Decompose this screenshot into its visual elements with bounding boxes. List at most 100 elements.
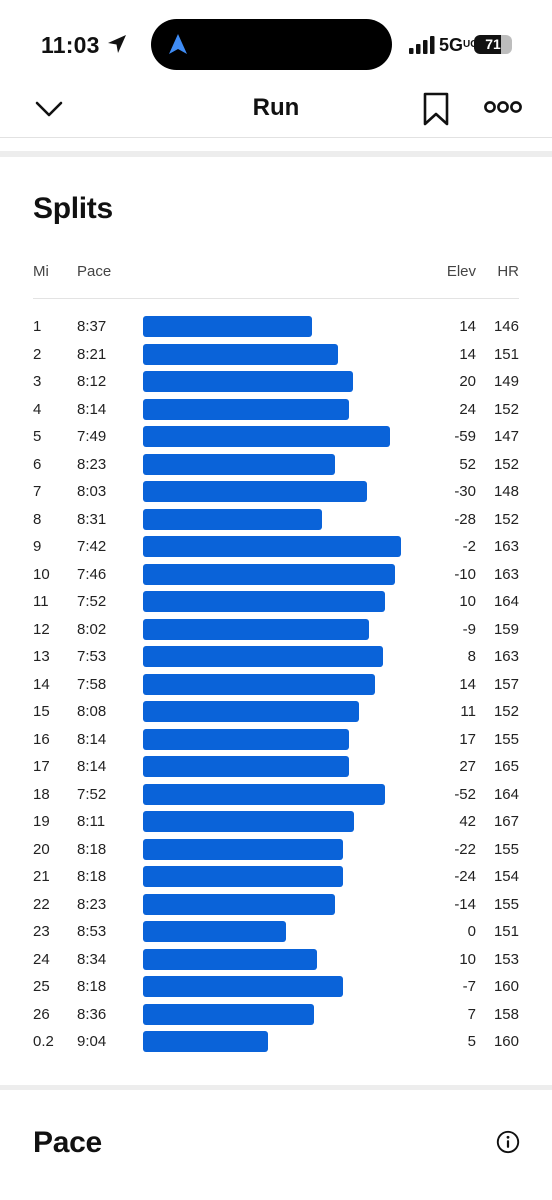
split-heart-rate: 152 — [493, 400, 519, 418]
split-mile: 1 — [33, 318, 42, 335]
pace-bar — [143, 508, 322, 530]
split-pace: 8:18 — [77, 978, 107, 995]
table-row: 9 7:42 -2 163 — [0, 533, 552, 561]
split-elevation: 52 — [459, 455, 476, 473]
pace-bar — [143, 398, 350, 420]
split-mile: 0.2 — [33, 1033, 54, 1050]
bookmark-icon[interactable] — [422, 92, 450, 126]
section-separator — [0, 151, 552, 157]
table-row: 5 7:49 -59 147 — [0, 423, 552, 451]
split-heart-rate: 167 — [493, 813, 519, 830]
pace-bar — [143, 838, 343, 860]
table-row: 1 8:37 14 146 — [0, 313, 552, 341]
split-mile: 5 — [33, 428, 42, 445]
pace-bar — [143, 343, 338, 365]
split-heart-rate: 159 — [493, 620, 519, 638]
pace-bar — [143, 921, 287, 942]
split-heart-rate: 160 — [493, 978, 519, 995]
split-elevation: -14 — [454, 895, 476, 913]
split-mile: 23 — [33, 923, 50, 940]
split-pace: 8:14 — [77, 400, 107, 418]
table-row: 10 7:46 -10 163 — [0, 561, 552, 589]
split-pace: 8:14 — [77, 758, 107, 775]
pace-bar — [143, 893, 335, 915]
split-heart-rate: 152 — [493, 510, 519, 528]
table-row: 18 7:52 -52 164 — [0, 781, 552, 809]
split-elevation: -7 — [462, 978, 476, 995]
split-heart-rate: 147 — [493, 428, 519, 445]
split-pace: 8:31 — [77, 510, 107, 528]
split-mile: 4 — [33, 400, 42, 418]
navigation-arrow-icon — [169, 34, 187, 54]
split-heart-rate: 158 — [493, 1005, 519, 1023]
split-pace: 8:18 — [77, 840, 107, 858]
split-pace: 7:42 — [77, 538, 107, 555]
split-elevation: -22 — [454, 840, 476, 858]
header-mi: Mi — [33, 263, 49, 280]
split-pace: 8:11 — [77, 813, 106, 830]
split-mile: 16 — [33, 730, 50, 748]
split-pace: 8:34 — [77, 950, 107, 968]
pace-bar — [143, 591, 385, 612]
table-row: 0.2 9:04 5 160 — [0, 1028, 552, 1056]
split-pace: 8:08 — [77, 703, 107, 720]
pace-bar — [143, 728, 350, 750]
split-mile: 24 — [33, 950, 50, 968]
split-elevation: -52 — [454, 785, 476, 803]
header-pace: Pace — [77, 263, 112, 280]
split-heart-rate: 165 — [493, 758, 519, 775]
split-elevation: -10 — [454, 565, 476, 583]
split-heart-rate: 155 — [493, 895, 519, 913]
info-icon[interactable] — [496, 1130, 520, 1154]
pace-bar — [143, 453, 335, 475]
status-time: 11:03 — [41, 32, 100, 58]
table-row: 24 8:34 10 153 — [0, 946, 552, 974]
split-elevation: -28 — [454, 510, 476, 528]
split-mile: 2 — [33, 345, 42, 363]
split-mile: 6 — [33, 455, 42, 473]
table-row: 14 7:58 14 157 — [0, 671, 552, 699]
split-pace: 7:49 — [77, 428, 107, 445]
table-row: 8 8:31 -28 152 — [0, 506, 552, 534]
table-row: 21 8:18 -24 154 — [0, 863, 552, 891]
split-pace: 8:36 — [77, 1005, 107, 1023]
section-separator — [0, 1085, 552, 1090]
pace-bar — [143, 976, 343, 997]
split-mile: 15 — [33, 703, 50, 720]
split-elevation: 14 — [459, 675, 476, 693]
pace-bar — [143, 783, 385, 805]
split-mile: 18 — [33, 785, 50, 803]
page-title: Run — [252, 94, 300, 121]
split-pace: 8:18 — [77, 868, 107, 885]
split-mile: 12 — [33, 620, 50, 638]
split-heart-rate: 151 — [493, 923, 519, 940]
split-pace: 8:23 — [77, 895, 107, 913]
split-mile: 20 — [33, 840, 50, 858]
header-elev: Elev — [446, 263, 476, 280]
pace-bar — [143, 563, 395, 585]
pace-bar — [143, 618, 369, 640]
network-type: 5GUC — [439, 35, 478, 55]
split-pace: 8:12 — [77, 373, 107, 390]
split-elevation: -2 — [462, 538, 476, 555]
split-mile: 13 — [33, 648, 50, 665]
split-elevation: 0 — [467, 923, 476, 940]
split-elevation: 27 — [459, 758, 476, 775]
split-elevation: 11 — [460, 703, 476, 720]
split-mile: 7 — [33, 483, 42, 500]
location-arrow-icon — [108, 35, 126, 53]
split-elevation: 14 — [459, 318, 476, 335]
table-row: 23 8:53 0 151 — [0, 918, 552, 946]
table-row: 6 8:23 52 152 — [0, 451, 552, 479]
split-mile: 21 — [33, 868, 50, 885]
pace-title: Pace — [33, 1126, 102, 1159]
more-icon[interactable] — [484, 97, 522, 117]
table-row: 22 8:23 -14 155 — [0, 891, 552, 919]
table-row: 3 8:12 20 149 — [0, 368, 552, 396]
split-heart-rate: 152 — [493, 455, 519, 473]
pace-bar — [143, 536, 401, 557]
split-mile: 14 — [33, 675, 50, 693]
pace-bar — [143, 1003, 314, 1025]
split-heart-rate: 154 — [493, 868, 519, 885]
battery-icon: 71 — [474, 35, 512, 54]
